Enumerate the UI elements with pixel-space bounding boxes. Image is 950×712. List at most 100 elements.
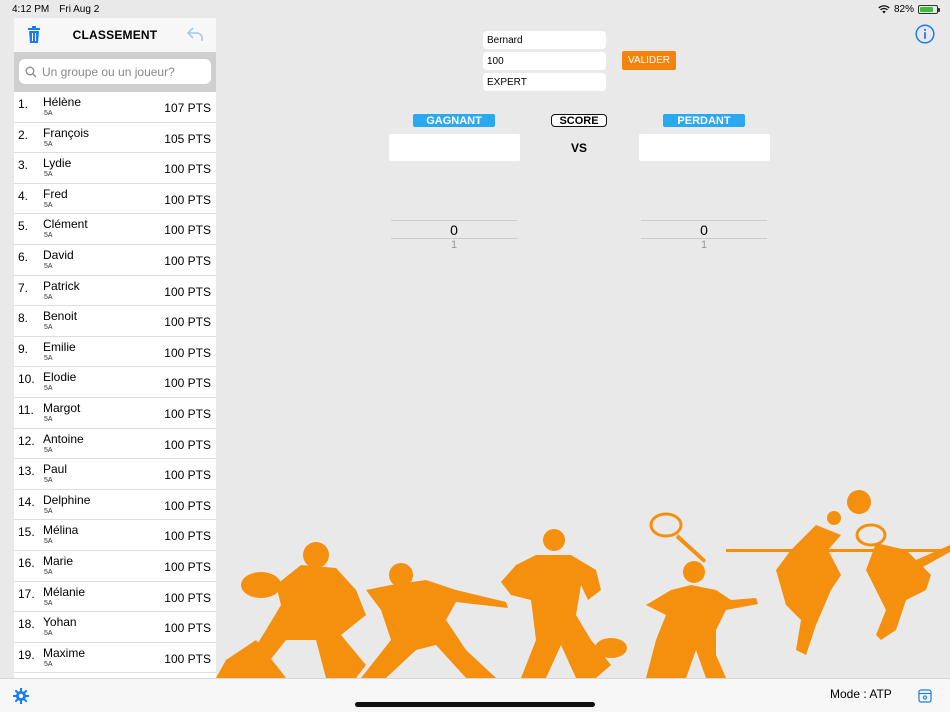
ranking-row[interactable]: 13. Paul 5A 100 PTS: [14, 459, 216, 490]
player-group: 5A: [44, 538, 53, 546]
player-group: 5A: [44, 140, 53, 148]
player-points: 100 PTS: [164, 406, 211, 421]
winner-select-box[interactable]: [389, 134, 520, 161]
rank-number: 1.: [18, 97, 29, 111]
player-name-field[interactable]: [483, 31, 606, 49]
ranking-row[interactable]: 18. Yohan 5A 100 PTS: [14, 612, 216, 643]
ranking-row[interactable]: 15. Mélina 5A 100 PTS: [14, 520, 216, 551]
player-name: Emilie: [43, 339, 76, 354]
player-name: Antoine: [43, 431, 84, 446]
ranking-row[interactable]: 5. Clément 5A 100 PTS: [14, 214, 216, 245]
player-points: 100 PTS: [164, 437, 211, 452]
player-points: 100 PTS: [164, 651, 211, 666]
player-group: 5A: [44, 324, 53, 332]
ranking-row[interactable]: 19. Maxime 5A 100 PTS: [14, 643, 216, 674]
settings-gear-icon[interactable]: [13, 688, 29, 704]
ranking-row[interactable]: 9. Emilie 5A 100 PTS: [14, 337, 216, 368]
player-name: Lydie: [43, 156, 72, 171]
player-name: Marie: [43, 553, 74, 568]
ranking-row[interactable]: 8. Benoit 5A 100 PTS: [14, 306, 216, 337]
wifi-icon: [878, 4, 890, 13]
trash-icon[interactable]: [26, 26, 42, 44]
rank-number: 2.: [18, 127, 29, 142]
player-group: 5A: [44, 385, 53, 393]
player-points: 100 PTS: [164, 223, 211, 238]
winner-label: GAGNANT: [413, 114, 495, 127]
sidebar-title: CLASSEMENT: [72, 28, 158, 42]
search-input[interactable]: [42, 64, 202, 79]
rank-number: 8.: [18, 311, 29, 326]
player-points: 100 PTS: [164, 162, 211, 177]
player-name: Hélène: [43, 95, 82, 109]
rank-number: 18.: [18, 617, 35, 632]
rank-number: 15.: [18, 525, 35, 540]
ranking-row[interactable]: 3. Lydie 5A 100 PTS: [14, 153, 216, 184]
player-group: 5A: [44, 232, 53, 240]
battery-percent: 82%: [893, 3, 914, 15]
player-name: Margot: [43, 400, 81, 415]
archive-icon[interactable]: [918, 689, 932, 703]
player-points: 107 PTS: [164, 101, 211, 115]
player-name: François: [43, 125, 90, 140]
winner-score-value: 0: [450, 222, 458, 238]
undo-icon[interactable]: [186, 26, 204, 42]
winner-score-picker[interactable]: 0 1: [391, 219, 517, 253]
ranking-row[interactable]: 1. Hélène 5A 107 PTS: [14, 92, 216, 123]
ranking-row[interactable]: 16. Marie 5A 100 PTS: [14, 551, 216, 582]
player-level-field[interactable]: [483, 73, 606, 91]
loser-label: PERDANT: [663, 114, 745, 127]
player-group: 5A: [44, 446, 53, 454]
player-name: Fred: [43, 186, 68, 201]
player-group: 5A: [44, 171, 53, 179]
battery-icon: [918, 4, 940, 14]
search-area: [14, 52, 216, 92]
player-group: 5A: [44, 599, 53, 607]
player-name: Benoit: [43, 309, 78, 324]
rank-number: 11.: [18, 402, 34, 417]
player-group: 5A: [44, 568, 53, 576]
player-points: 100 PTS: [164, 529, 211, 544]
player-name: Mélina: [43, 523, 79, 538]
status-right: 82%: [878, 3, 940, 15]
home-indicator: [355, 702, 595, 707]
player-points: 100 PTS: [164, 345, 211, 360]
ranking-row[interactable]: 4. Fred 5A 100 PTS: [14, 184, 216, 215]
rank-number: 9.: [18, 341, 29, 356]
player-group: 5A: [44, 354, 53, 362]
ranking-row[interactable]: 6. David 5A 100 PTS: [14, 245, 216, 276]
ranking-row[interactable]: 11. Margot 5A 100 PTS: [14, 398, 216, 429]
player-group: 5A: [44, 660, 53, 668]
ranking-row[interactable]: 14. Delphine 5A 100 PTS: [14, 490, 216, 521]
rank-number: 10.: [18, 372, 35, 387]
loser-score-picker[interactable]: 0 1: [641, 219, 767, 253]
rank-number: 4.: [18, 188, 29, 203]
player-points: 100 PTS: [164, 253, 211, 268]
player-name: David: [43, 247, 74, 262]
sports-silhouettes-illustration: [216, 490, 950, 678]
validate-button[interactable]: VALIDER: [622, 51, 676, 70]
player-points-field[interactable]: [483, 52, 606, 70]
mode-label: Mode : ATP: [830, 687, 892, 701]
player-group: 5A: [44, 110, 53, 117]
status-date: Fri Aug 2: [59, 3, 100, 15]
ranking-row[interactable]: 2. François 5A 105 PTS: [14, 123, 216, 154]
rank-number: 12.: [18, 433, 35, 448]
ranking-row[interactable]: 10. Elodie 5A 100 PTS: [14, 367, 216, 398]
player-points: 100 PTS: [164, 559, 211, 574]
info-icon[interactable]: [915, 24, 935, 44]
rank-number: 3.: [18, 158, 29, 173]
player-name: Clément: [43, 217, 88, 232]
player-group: 5A: [44, 477, 53, 485]
rank-number: 6.: [18, 249, 29, 264]
player-points: 100 PTS: [164, 498, 211, 513]
player-name: Mélanie: [43, 584, 86, 599]
status-bar: 4:12 PM Fri Aug 2 82%: [0, 0, 950, 18]
ranking-sidebar: CLASSEMENT 1.Hélène5A107 PTS2.François5A…: [14, 18, 216, 678]
ranking-row[interactable]: 7. Patrick 5A 100 PTS: [14, 276, 216, 307]
ranking-row[interactable]: 12. Antoine 5A 100 PTS: [14, 429, 216, 460]
ranking-row[interactable]: 17. Mélanie 5A 100 PTS: [14, 582, 216, 613]
rank-number: 19.: [18, 647, 35, 662]
vs-label: VS: [571, 141, 588, 155]
player-points: 100 PTS: [164, 590, 211, 605]
loser-select-box[interactable]: [639, 134, 770, 161]
